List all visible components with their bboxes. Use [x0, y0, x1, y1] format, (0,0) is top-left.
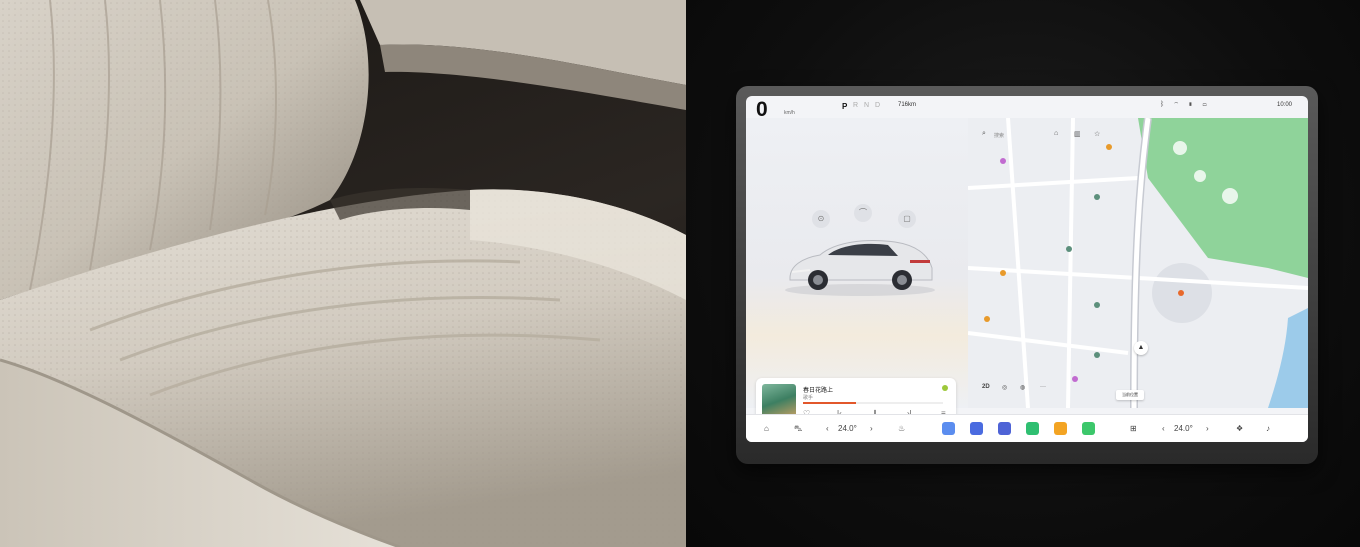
view-mode-button[interactable]: 2D: [982, 384, 990, 390]
lock-icon[interactable]: ⊙: [812, 210, 830, 228]
current-location-tag: 当前位置: [1116, 390, 1144, 400]
home-icon[interactable]: ⌂: [1054, 130, 1058, 137]
search-icon: ⌕: [982, 130, 986, 137]
home-icon[interactable]: ⌂: [764, 422, 769, 436]
layers-icon[interactable]: ◎: [1002, 384, 1007, 391]
gear-indicator-active: P: [842, 102, 848, 111]
more-icon[interactable]: ···: [1040, 384, 1046, 390]
voice-assistant-icon[interactable]: [942, 385, 948, 391]
driver-temp-increase-icon[interactable]: ›: [870, 422, 873, 436]
car-app-icon[interactable]: [942, 422, 955, 435]
driver-temperature: 24.0°: [838, 424, 857, 433]
album-art[interactable]: [762, 384, 796, 418]
traffic-icon[interactable]: ◍: [1020, 384, 1025, 391]
seat-illustration: [0, 0, 686, 547]
volume-icon[interactable]: ♪: [1266, 422, 1270, 436]
map-poi[interactable]: [1094, 352, 1100, 358]
map-poi[interactable]: [1066, 246, 1072, 252]
map-search[interactable]: ⌕ 搜索 ⌂ ▥ ☆: [978, 128, 1100, 144]
map-poi[interactable]: [1000, 270, 1006, 276]
map-poi[interactable]: [1106, 144, 1112, 150]
wiper-icon[interactable]: ⌒: [854, 204, 872, 222]
clock: 10:00: [1277, 102, 1293, 108]
speed-unit: km/h: [784, 110, 795, 116]
wifi-icon: ◠: [1174, 101, 1183, 108]
map-poi[interactable]: [1094, 194, 1100, 200]
status-bar: 0 km/h P R N D 716km ᛒ ◠ ▮ ▭ 10:00: [746, 96, 1308, 121]
battery-icon: ▭: [1202, 101, 1211, 108]
vehicle-model[interactable]: [780, 228, 940, 298]
bluetooth-icon: ᛒ: [1160, 101, 1169, 108]
gear-indicator-others: R N D: [853, 102, 883, 109]
music-app-icon[interactable]: [1054, 422, 1067, 435]
files-app-icon[interactable]: [970, 422, 983, 435]
range-readout: 716km: [898, 102, 917, 108]
infotainment-screen: 0 km/h P R N D 716km ᛒ ◠ ▮ ▭ 10:00 ⊙ ⌒ ▢: [746, 96, 1308, 442]
seat-photo: [0, 0, 686, 547]
seat-heat-icon[interactable]: ♨: [898, 422, 905, 436]
track-title: 春日花路上: [803, 388, 834, 394]
display-photo: 0 km/h P R N D 716km ᛒ ◠ ▮ ▭ 10:00 ⊙ ⌒ ▢: [686, 0, 1360, 547]
navigation-arrow-icon[interactable]: ▲: [1134, 341, 1148, 355]
map-poi[interactable]: [984, 316, 990, 322]
signal-icon: ▮: [1188, 101, 1197, 108]
map-poi[interactable]: [1094, 302, 1100, 308]
favorite-icon[interactable]: ☆: [1094, 130, 1100, 138]
passenger-temp-increase-icon[interactable]: ›: [1206, 422, 1209, 436]
apps-grid-icon[interactable]: ⊞: [1130, 422, 1137, 436]
map-canvas[interactable]: [968, 118, 1308, 408]
track-progress[interactable]: [803, 402, 943, 404]
car-settings-icon[interactable]: ⛍: [794, 422, 802, 436]
message-app-icon[interactable]: [1082, 422, 1095, 435]
track-artist: 歌手: [803, 395, 814, 401]
trunk-icon[interactable]: ▢: [898, 210, 916, 228]
company-icon[interactable]: ▥: [1074, 130, 1081, 138]
calendar-app-icon[interactable]: [998, 422, 1011, 435]
map-poi[interactable]: [1000, 158, 1006, 164]
bottom-dock: ⌂ ⛍ ‹ 24.0° › ♨ ⊞ ‹ 24.0° › ❖ ♪: [746, 414, 1308, 442]
defrost-icon[interactable]: ❖: [1236, 422, 1243, 436]
map-poi[interactable]: [1178, 290, 1184, 296]
passenger-temperature: 24.0°: [1174, 424, 1193, 433]
map-toolbar: 2D ◎ ◍ ···: [978, 381, 1078, 397]
map-view[interactable]: ⌕ 搜索 ⌂ ▥ ☆ ▲ 当前位置 2D ◎ ◍ ···: [968, 118, 1308, 408]
passenger-temp-decrease-icon[interactable]: ‹: [1162, 422, 1165, 436]
screenshot-frame: 0 km/h P R N D 716km ᛒ ◠ ▮ ▭ 10:00 ⊙ ⌒ ▢: [0, 0, 1360, 547]
phone-app-icon[interactable]: [1026, 422, 1039, 435]
vehicle-pane: ⊙ ⌒ ▢ 春日花路上 歌手: [746, 118, 968, 428]
driver-temp-decrease-icon[interactable]: ‹: [826, 422, 829, 436]
search-placeholder: 搜索: [994, 133, 1005, 139]
status-icons: ᛒ ◠ ▮ ▭: [1160, 101, 1211, 108]
